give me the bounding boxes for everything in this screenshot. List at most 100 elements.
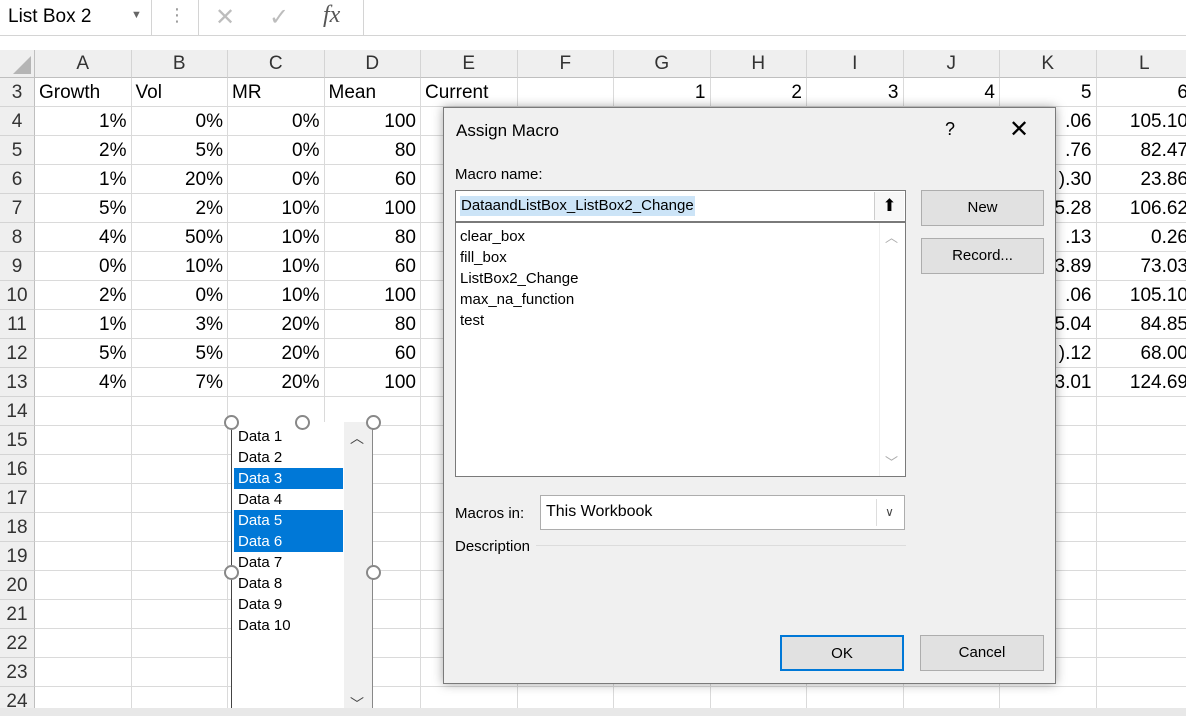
macros-in-dropdown[interactable]: This Workbook ∨ <box>540 495 905 530</box>
cell-a18[interactable] <box>35 513 132 542</box>
cell-c10[interactable]: 10% <box>228 281 325 310</box>
cell-l15[interactable] <box>1096 426 1186 455</box>
cell-c12[interactable]: 20% <box>228 339 325 368</box>
cell-g3[interactable]: 1 <box>614 78 711 107</box>
row-header-6[interactable]: 6 <box>0 165 35 194</box>
row-header-3[interactable]: 3 <box>0 78 35 107</box>
cell-b13[interactable]: 7% <box>131 368 228 397</box>
column-header-l[interactable]: L <box>1096 50 1186 78</box>
cell-b11[interactable]: 3% <box>131 310 228 339</box>
chevron-up-icon[interactable]: ︿ <box>350 428 364 448</box>
cell-a12[interactable]: 5% <box>35 339 132 368</box>
row-header-10[interactable]: 10 <box>0 281 35 310</box>
cell-b20[interactable] <box>131 571 228 600</box>
select-all-button[interactable] <box>0 50 35 78</box>
macro-list-item[interactable]: test <box>460 311 484 331</box>
column-header-b[interactable]: B <box>131 50 228 78</box>
listbox-item[interactable]: Data 2 <box>234 447 343 468</box>
cell-l18[interactable] <box>1096 513 1186 542</box>
cell-l11[interactable]: 84.85 <box>1096 310 1186 339</box>
row-header-13[interactable]: 13 <box>0 368 35 397</box>
resize-handle-top-center[interactable] <box>295 415 310 430</box>
cell-f3[interactable] <box>517 78 614 107</box>
cell-d3[interactable]: Mean <box>324 78 421 107</box>
macro-list-item[interactable]: max_na_function <box>460 290 574 310</box>
macro-list[interactable]: clear_box fill_box ListBox2_Change max_na_f… <box>455 222 906 477</box>
macro-list-item[interactable]: ListBox2_Change <box>460 269 578 289</box>
listbox-control[interactable]: Data 1 Data 2 Data 3 Data 4 Data 5 Data 6 Data… <box>231 422 373 716</box>
row-header-8[interactable]: 8 <box>0 223 35 252</box>
listbox-item[interactable]: Data 8 <box>234 573 343 594</box>
cell-l10[interactable]: 105.10 <box>1096 281 1186 310</box>
cell-a17[interactable] <box>35 484 132 513</box>
new-button[interactable]: New <box>921 190 1044 226</box>
column-header-e[interactable]: E <box>421 50 518 78</box>
cell-l17[interactable] <box>1096 484 1186 513</box>
chevron-down-icon[interactable]: ﹀ <box>885 452 898 471</box>
cell-c9[interactable]: 10% <box>228 252 325 281</box>
row-header-21[interactable]: 21 <box>0 600 35 629</box>
listbox-item[interactable]: Data 3 <box>234 468 343 489</box>
horizontal-scrollbar[interactable] <box>0 708 1186 716</box>
cell-d6[interactable]: 60 <box>324 165 421 194</box>
cell-l3[interactable]: 6 <box>1096 78 1186 107</box>
cell-a15[interactable] <box>35 426 132 455</box>
column-header-k[interactable]: K <box>1000 50 1097 78</box>
cell-b15[interactable] <box>131 426 228 455</box>
cell-c3[interactable]: MR <box>228 78 325 107</box>
resize-handle-top-right[interactable] <box>366 415 381 430</box>
cell-l12[interactable]: 68.00 <box>1096 339 1186 368</box>
cell-d4[interactable]: 100 <box>324 107 421 136</box>
cell-b5[interactable]: 5% <box>131 136 228 165</box>
cell-l13[interactable]: 124.69 <box>1096 368 1186 397</box>
insert-function-icon[interactable]: fx <box>323 2 340 29</box>
cell-a14[interactable] <box>35 397 132 426</box>
row-header-20[interactable]: 20 <box>0 571 35 600</box>
cell-d10[interactable]: 100 <box>324 281 421 310</box>
cell-l7[interactable]: 106.62 <box>1096 194 1186 223</box>
listbox-item[interactable]: Data 5 <box>234 510 343 531</box>
cell-d9[interactable]: 60 <box>324 252 421 281</box>
cell-l9[interactable]: 73.03 <box>1096 252 1186 281</box>
cell-a9[interactable]: 0% <box>35 252 132 281</box>
chevron-down-icon[interactable]: ∨ <box>876 499 902 526</box>
column-header-c[interactable]: C <box>228 50 325 78</box>
listbox-item[interactable]: Data 4 <box>234 489 343 510</box>
cell-c7[interactable]: 10% <box>228 194 325 223</box>
cell-k3[interactable]: 5 <box>1000 78 1097 107</box>
cell-a5[interactable]: 2% <box>35 136 132 165</box>
row-header-9[interactable]: 9 <box>0 252 35 281</box>
listbox-item[interactable]: Data 10 <box>234 615 343 636</box>
cell-d8[interactable]: 80 <box>324 223 421 252</box>
cell-c13[interactable]: 20% <box>228 368 325 397</box>
cell-b22[interactable] <box>131 629 228 658</box>
macro-name-input[interactable]: DataandListBox_ListBox2_Change ⬆ <box>455 190 906 222</box>
column-header-g[interactable]: G <box>614 50 711 78</box>
cell-b19[interactable] <box>131 542 228 571</box>
resize-handle-middle-left[interactable] <box>224 565 239 580</box>
macro-list-item[interactable]: clear_box <box>460 227 525 247</box>
cell-l22[interactable] <box>1096 629 1186 658</box>
cell-b10[interactable]: 0% <box>131 281 228 310</box>
enter-icon[interactable]: ✓ <box>269 3 289 32</box>
row-header-17[interactable]: 17 <box>0 484 35 513</box>
cell-a13[interactable]: 4% <box>35 368 132 397</box>
row-header-23[interactable]: 23 <box>0 658 35 687</box>
cell-b8[interactable]: 50% <box>131 223 228 252</box>
row-header-11[interactable]: 11 <box>0 310 35 339</box>
cell-l23[interactable] <box>1096 658 1186 687</box>
cell-a22[interactable] <box>35 629 132 658</box>
column-header-a[interactable]: A <box>35 50 132 78</box>
cell-b9[interactable]: 10% <box>131 252 228 281</box>
cell-a23[interactable] <box>35 658 132 687</box>
cell-c4[interactable]: 0% <box>228 107 325 136</box>
listbox-item[interactable]: Data 6 <box>234 531 343 552</box>
cell-a20[interactable] <box>35 571 132 600</box>
cell-b3[interactable]: Vol <box>131 78 228 107</box>
ok-button[interactable]: OK <box>780 635 904 671</box>
help-icon[interactable]: ? <box>945 119 955 140</box>
cell-d7[interactable]: 100 <box>324 194 421 223</box>
record-button[interactable]: Record... <box>921 238 1044 274</box>
cell-b17[interactable] <box>131 484 228 513</box>
row-header-4[interactable]: 4 <box>0 107 35 136</box>
